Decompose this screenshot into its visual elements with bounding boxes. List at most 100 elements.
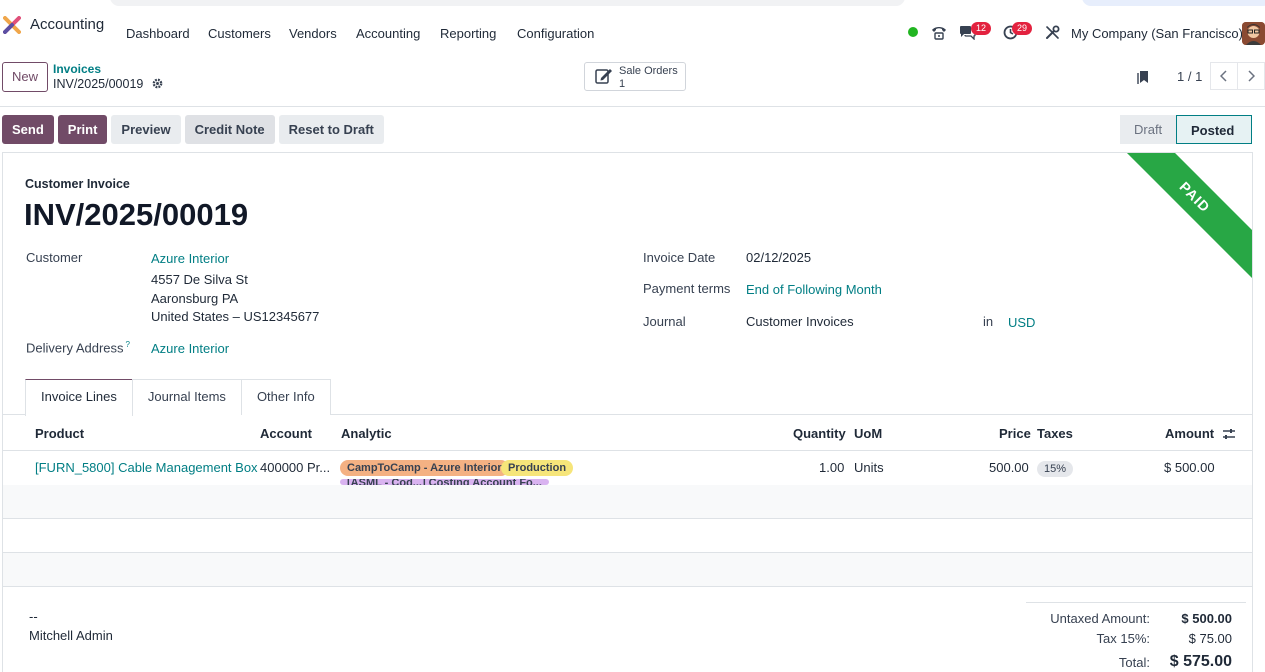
edit-document-icon: [595, 69, 612, 84]
column-uom[interactable]: UoM: [854, 426, 882, 441]
user-avatar[interactable]: [1242, 22, 1265, 45]
untaxed-amount-value: $ 500.00: [1181, 611, 1232, 626]
pager-value[interactable]: 1 / 1: [1177, 69, 1202, 84]
analytic-tag[interactable]: CampToCamp - Azure Interior: [340, 460, 509, 476]
delivery-address-label-text: Delivery Address: [26, 340, 124, 356]
address-line-3: United States – US12345677: [151, 309, 320, 324]
tax-tag[interactable]: 15%: [1037, 461, 1074, 477]
action-buttons: Send Print Preview Credit Note Reset to …: [2, 115, 384, 144]
row-quantity[interactable]: 1.00: [819, 460, 844, 475]
table-row[interactable]: [FURN_5800] Cable Management Box 400000 …: [3, 451, 1252, 486]
page-title: INV/2025/00019: [24, 197, 249, 232]
status-draft[interactable]: Draft: [1120, 115, 1176, 144]
paid-ribbon: PAID: [1087, 153, 1252, 305]
menu-customers[interactable]: Customers: [208, 26, 271, 41]
notebook-tabs: Invoice Lines Journal Items Other Info: [25, 379, 331, 416]
invoice-sheet: PAID Customer Invoice INV/2025/00019 Cus…: [2, 152, 1253, 672]
print-button[interactable]: Print: [57, 115, 108, 144]
total-row: Total: $ 575.00: [1026, 653, 1246, 671]
preview-button[interactable]: Preview: [111, 115, 181, 144]
help-icon[interactable]: ?: [126, 340, 130, 349]
journal-value[interactable]: Customer Invoices: [746, 314, 854, 329]
analytic-tag[interactable]: Production: [501, 460, 574, 476]
invoice-date-value[interactable]: 02/12/2025: [746, 250, 811, 265]
row-amount: $ 500.00: [1164, 460, 1215, 475]
send-button[interactable]: Send: [2, 115, 54, 144]
invoice-date-label: Invoice Date: [643, 250, 716, 265]
row-uom[interactable]: Units: [854, 460, 884, 475]
messages-badge: 12: [971, 22, 991, 35]
empty-row: [3, 553, 1252, 587]
status-bar: Draft Posted: [1120, 115, 1252, 144]
gear-icon[interactable]: [152, 78, 163, 89]
total-value: $ 575.00: [1169, 653, 1232, 670]
smart-button-title: Sale Orders: [619, 65, 678, 77]
row-account[interactable]: 400000 Pr...: [260, 460, 330, 475]
bookmark-icon[interactable]: [1137, 70, 1149, 84]
column-quantity[interactable]: Quantity: [793, 426, 846, 441]
payment-terms-label: Payment terms: [643, 281, 731, 296]
total-label: Total:: [1118, 655, 1150, 670]
column-account[interactable]: Account: [260, 426, 312, 441]
tab-other-info[interactable]: Other Info: [240, 379, 331, 415]
credit-note-button[interactable]: Credit Note: [184, 115, 275, 144]
chevron-right-icon: [1248, 70, 1256, 82]
narration-line-1[interactable]: --: [29, 609, 38, 624]
breadcrumb-invoices[interactable]: Invoices: [53, 62, 101, 76]
sale-orders-smart-button[interactable]: Sale Orders 1: [584, 62, 686, 91]
empty-row: [3, 519, 1252, 553]
app-name[interactable]: Accounting: [30, 16, 104, 33]
untaxed-amount-label: Untaxed Amount:: [1050, 611, 1150, 626]
top-bar-remnant-right: [1082, 0, 1265, 6]
customer-link[interactable]: Azure Interior: [151, 251, 229, 266]
document-type: Customer Invoice: [25, 177, 130, 191]
column-analytic[interactable]: Analytic: [341, 426, 392, 441]
debug-tools-icon[interactable]: [1045, 25, 1060, 40]
column-price[interactable]: Price: [999, 426, 1031, 441]
chevron-left-icon: [1219, 70, 1227, 82]
tax-value: $ 75.00: [1188, 631, 1232, 646]
breadcrumb-current: INV/2025/00019: [53, 77, 144, 91]
empty-row: [3, 485, 1252, 519]
delivery-address-link[interactable]: Azure Interior: [151, 341, 229, 356]
status-posted[interactable]: Posted: [1176, 115, 1252, 144]
tax-row: Tax 15%: $ 75.00: [1026, 631, 1246, 649]
tab-journal-items[interactable]: Journal Items: [131, 379, 242, 415]
row-product[interactable]: [FURN_5800] Cable Management Box: [35, 460, 258, 475]
currency-link[interactable]: USD: [1008, 315, 1035, 330]
menu-configuration[interactable]: Configuration: [517, 26, 594, 41]
customer-label: Customer: [26, 250, 83, 265]
untaxed-amount-row: Untaxed Amount: $ 500.00: [1026, 611, 1246, 629]
column-amount[interactable]: Amount: [1165, 426, 1214, 441]
accounting-app-icon[interactable]: [3, 16, 21, 34]
address-line-2: Aaronsburg PA: [151, 291, 239, 306]
row-price[interactable]: 500.00: [989, 460, 1029, 475]
totals-summary: Untaxed Amount: $ 500.00 Tax 15%: $ 75.0…: [1026, 602, 1246, 670]
narration-line-2[interactable]: Mitchell Admin: [29, 628, 113, 643]
phone-icon[interactable]: [931, 24, 947, 40]
column-taxes[interactable]: Taxes: [1037, 426, 1073, 441]
tax-label: Tax 15%:: [1096, 631, 1150, 646]
address-line-1: 4557 De Silva St: [151, 272, 248, 287]
menu-dashboard[interactable]: Dashboard: [126, 26, 190, 41]
presence-status-dot: [908, 27, 918, 37]
tab-invoice-lines[interactable]: Invoice Lines: [25, 379, 133, 416]
company-switcher[interactable]: My Company (San Francisco): [1071, 26, 1243, 41]
optional-columns-toggle-icon[interactable]: [1222, 428, 1236, 440]
top-bar-remnant: [110, 0, 905, 6]
control-panel: New Invoices INV/2025/00019 Sale Orders …: [0, 57, 1265, 107]
delivery-address-label: Delivery Address?: [26, 340, 130, 355]
menu-reporting[interactable]: Reporting: [440, 26, 496, 41]
pager-next-button[interactable]: [1237, 62, 1265, 90]
menu-vendors[interactable]: Vendors: [289, 26, 337, 41]
activities-badge: 29: [1012, 22, 1032, 35]
payment-terms-link[interactable]: End of Following Month: [746, 282, 882, 297]
column-product[interactable]: Product: [35, 426, 84, 441]
reset-to-draft-button[interactable]: Reset to Draft: [278, 115, 384, 144]
new-button[interactable]: New: [2, 62, 48, 92]
journal-label: Journal: [643, 314, 686, 329]
pager-previous-button[interactable]: [1210, 62, 1238, 90]
menu-accounting[interactable]: Accounting: [356, 26, 420, 41]
smart-button-count: 1: [619, 78, 626, 90]
browser-top-strip: [0, 0, 1265, 9]
